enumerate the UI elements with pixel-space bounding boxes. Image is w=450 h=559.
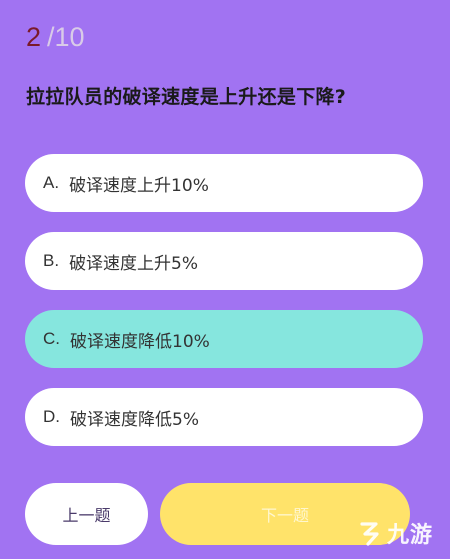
question-counter: 2/10 (26, 20, 85, 54)
option-label: 破译速度降低10% (70, 331, 210, 352)
previous-question-button[interactable]: 上一题 (25, 483, 148, 545)
option-label: 破译速度上升10% (69, 175, 209, 196)
current-question-number: 2 (26, 22, 42, 52)
option-c[interactable]: C. 破译速度降低10% (25, 310, 423, 368)
watermark: 九游 (356, 512, 446, 554)
option-d[interactable]: D. 破译速度降低5% (25, 388, 423, 446)
option-letter: A. (43, 173, 60, 192)
option-letter: D. (43, 407, 60, 426)
option-b[interactable]: B. 破译速度上升5% (25, 232, 423, 290)
option-label: 破译速度降低5% (70, 409, 199, 430)
option-letter: C. (43, 329, 60, 348)
watermark-text: 九游 (387, 523, 434, 548)
option-letter: B. (43, 251, 60, 270)
option-label: 破译速度上升5% (69, 253, 199, 274)
answer-options: A. 破译速度上升10% B. 破译速度上升5% C. 破译速度降低10% D.… (25, 154, 423, 466)
total-questions: /10 (47, 22, 85, 52)
question-text: 拉拉队员的破译速度是上升还是下降? (26, 86, 347, 108)
jiuyou-logo-icon (360, 522, 379, 546)
option-a[interactable]: A. 破译速度上升10% (25, 154, 423, 212)
